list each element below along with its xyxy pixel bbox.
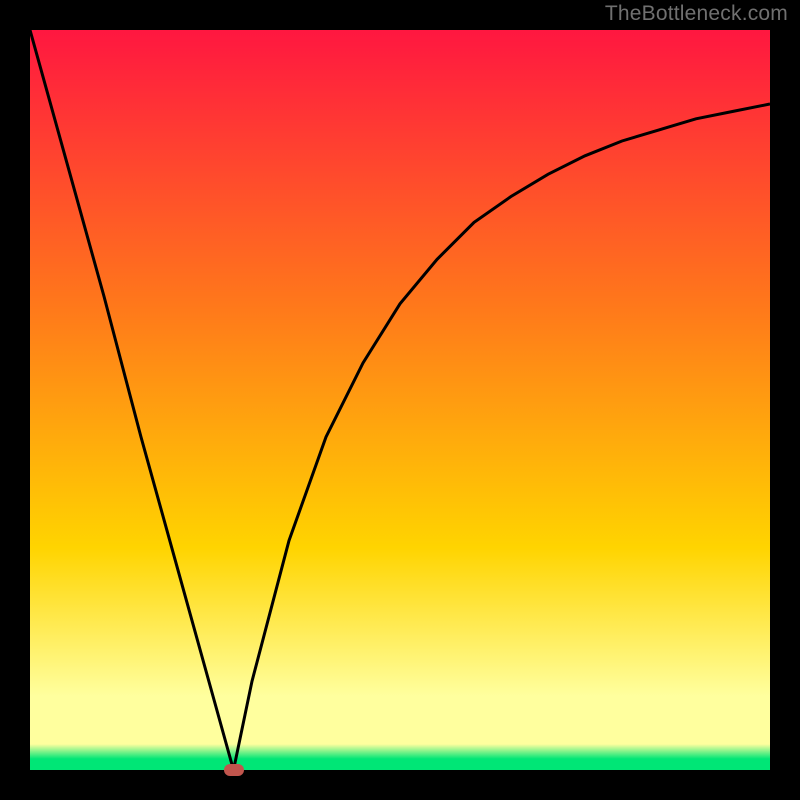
chart-frame: TheBottleneck.com — [0, 0, 800, 800]
plot-area — [30, 30, 770, 770]
optimal-point-marker — [224, 764, 244, 776]
curve-layer — [30, 30, 770, 770]
watermark-text: TheBottleneck.com — [605, 2, 788, 26]
bottleneck-curve — [30, 30, 770, 770]
